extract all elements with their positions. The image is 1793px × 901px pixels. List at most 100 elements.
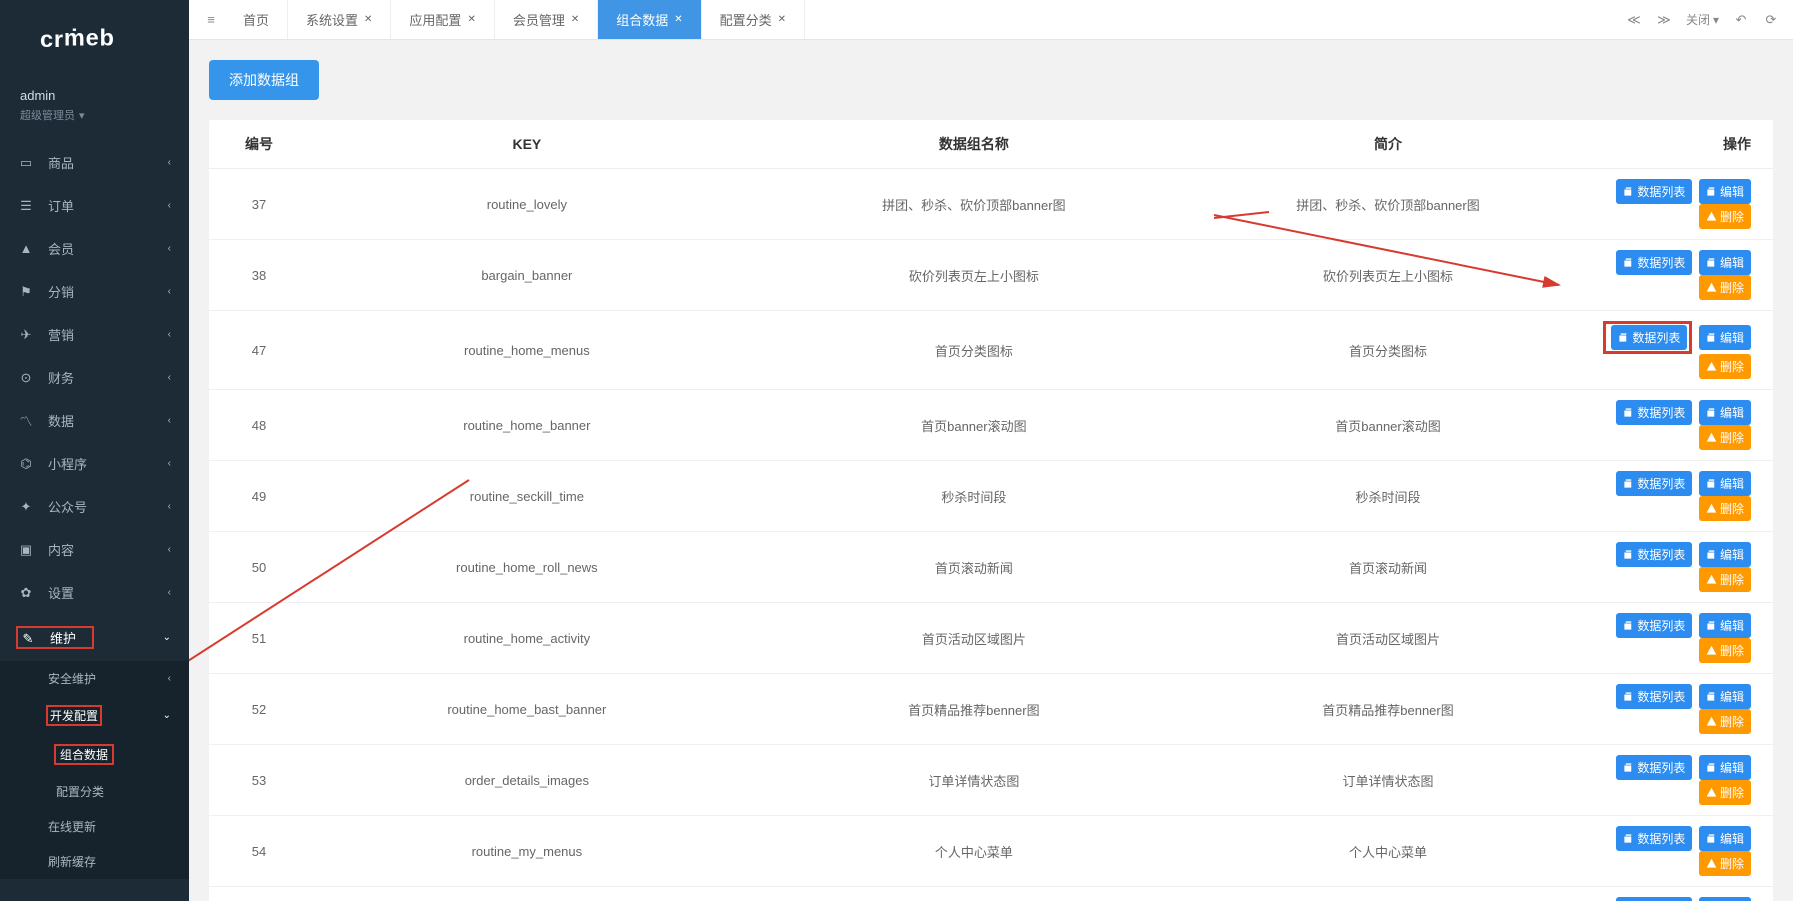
cell-id: 54	[209, 816, 309, 887]
nav-wechat[interactable]: ✦公众号‹	[0, 485, 189, 528]
data-list-button[interactable]: 数据列表	[1611, 325, 1687, 350]
caret-down-icon: ▾	[79, 109, 85, 122]
close-icon[interactable]: ✕	[364, 14, 372, 25]
sub-refresh-cache[interactable]: 刷新缓存	[0, 844, 189, 879]
data-panel: 编号 KEY 数据组名称 简介 操作 37 routine_lovely 拼团、…	[209, 120, 1773, 901]
nav-marketing[interactable]: ✈营销‹	[0, 313, 189, 356]
edit-button[interactable]: 编辑	[1699, 400, 1751, 425]
cell-key: routine_home_activity	[309, 603, 745, 674]
delete-button[interactable]: 删除	[1699, 780, 1751, 805]
annotation-highlight-box: ✎维护	[16, 626, 94, 649]
delete-button[interactable]: 删除	[1699, 204, 1751, 229]
data-list-button[interactable]: 数据列表	[1616, 613, 1692, 638]
sub-devconfig[interactable]: 开发配置 ⌄	[0, 696, 189, 735]
cell-id: 51	[209, 603, 309, 674]
delete-button[interactable]: 删除	[1699, 709, 1751, 734]
tab-config-category[interactable]: 配置分类✕	[702, 0, 805, 39]
user-role-menu[interactable]: 超级管理员 ▾	[20, 107, 169, 123]
nav-data[interactable]: 〽数据‹	[0, 399, 189, 442]
delete-button[interactable]: 删除	[1699, 638, 1751, 663]
close-icon[interactable]: ✕	[778, 14, 786, 25]
data-list-button[interactable]: 数据列表	[1616, 471, 1692, 496]
cell-id: 49	[209, 461, 309, 532]
rewind-icon[interactable]: ≪	[1620, 6, 1648, 34]
data-list-button[interactable]: 数据列表	[1616, 250, 1692, 275]
cell-key: routine_home_menus	[309, 311, 745, 390]
maintain-submenu: 安全维护‹ 开发配置 ⌄ 组合数据 配置分类 在线更新 刷新缓存	[0, 661, 189, 879]
nav-maintain[interactable]: ✎维护 ⌄	[0, 614, 189, 661]
tab-member-mgmt[interactable]: 会员管理✕	[495, 0, 598, 39]
edit-button[interactable]: 编辑	[1699, 826, 1751, 851]
tab-app-config[interactable]: 应用配置✕	[391, 0, 494, 39]
sub-security[interactable]: 安全维护‹	[0, 661, 189, 696]
data-list-button[interactable]: 数据列表	[1616, 179, 1692, 204]
nav-content[interactable]: ▣内容‹	[0, 528, 189, 571]
forward-icon[interactable]: ≫	[1650, 6, 1678, 34]
cell-key: routine_home_banner	[309, 390, 745, 461]
user-icon: ▲	[18, 241, 34, 256]
tab-system-settings[interactable]: 系统设置✕	[288, 0, 391, 39]
nav-orders[interactable]: ☰订单‹	[0, 184, 189, 227]
nav-members[interactable]: ▲会员‹	[0, 227, 189, 270]
table-row: 49 routine_seckill_time 秒杀时间段 秒杀时间段 数据列表…	[209, 461, 1773, 532]
chevron-left-icon: ‹	[168, 587, 171, 598]
table-header-row: 编号 KEY 数据组名称 简介 操作	[209, 120, 1773, 169]
table-row: 50 routine_home_roll_news 首页滚动新闻 首页滚动新闻 …	[209, 532, 1773, 603]
data-list-button[interactable]: 数据列表	[1616, 897, 1692, 901]
nav-goods[interactable]: ▭商品‹	[0, 141, 189, 184]
data-list-button[interactable]: 数据列表	[1616, 542, 1692, 567]
hamburger-icon[interactable]: ≡	[197, 6, 225, 34]
edit-button[interactable]: 编辑	[1699, 179, 1751, 204]
cell-name: 首页滚动新闻	[745, 532, 1203, 603]
undo-icon[interactable]: ↶	[1727, 6, 1755, 34]
cell-id: 48	[209, 390, 309, 461]
cell-id: 55	[209, 887, 309, 901]
annotation-highlight-box: 开发配置	[46, 705, 102, 726]
laptop-icon: ▭	[18, 155, 34, 171]
close-icon[interactable]: ✕	[674, 14, 682, 25]
delete-button[interactable]: 删除	[1699, 496, 1751, 521]
sub-combo-data[interactable]: 组合数据	[0, 735, 189, 774]
tab-home[interactable]: 首页	[225, 0, 288, 39]
cell-key: order_details_images	[309, 745, 745, 816]
delete-button[interactable]: 删除	[1699, 275, 1751, 300]
close-icon[interactable]: ✕	[571, 14, 579, 25]
nav-settings[interactable]: ✿设置‹	[0, 571, 189, 614]
sub-online-update[interactable]: 在线更新	[0, 809, 189, 844]
edit-button[interactable]: 编辑	[1699, 755, 1751, 780]
edit-button[interactable]: 编辑	[1699, 542, 1751, 567]
edit-button[interactable]: 编辑	[1699, 250, 1751, 275]
table-row: 37 routine_lovely 拼团、秒杀、砍价顶部banner图 拼团、秒…	[209, 169, 1773, 240]
col-name: 数据组名称	[745, 120, 1203, 169]
delete-button[interactable]: 删除	[1699, 567, 1751, 592]
edit-button[interactable]: 编辑	[1699, 613, 1751, 638]
cell-actions: 数据列表 编辑 删除	[1573, 169, 1773, 240]
data-list-button[interactable]: 数据列表	[1616, 826, 1692, 851]
add-data-group-button[interactable]: 添加数据组	[209, 60, 319, 100]
data-list-button[interactable]: 数据列表	[1616, 755, 1692, 780]
edit-button[interactable]: 编辑	[1699, 471, 1751, 496]
delete-button[interactable]: 删除	[1699, 851, 1751, 876]
cell-desc: 首页banner滚动图	[1203, 390, 1573, 461]
edit-button[interactable]: 编辑	[1699, 684, 1751, 709]
edit-button[interactable]: 编辑	[1699, 325, 1751, 350]
edit-button[interactable]: 编辑	[1699, 897, 1751, 901]
data-list-button[interactable]: 数据列表	[1616, 684, 1692, 709]
cell-name: 首页banner滚动图	[745, 390, 1203, 461]
refresh-icon[interactable]: ⟳	[1757, 6, 1785, 34]
close-tabs-menu[interactable]: 关闭▾	[1680, 11, 1725, 28]
sub-config-category[interactable]: 配置分类	[0, 774, 189, 809]
close-icon[interactable]: ✕	[467, 14, 475, 25]
delete-button[interactable]: 删除	[1699, 425, 1751, 450]
nav-finance[interactable]: ⊙财务‹	[0, 356, 189, 399]
data-list-button[interactable]: 数据列表	[1616, 400, 1692, 425]
cell-name: 首页分类图标	[745, 311, 1203, 390]
topbar-right: ≪ ≫ 关闭▾ ↶ ⟳	[1620, 6, 1785, 34]
delete-button[interactable]: 删除	[1699, 354, 1751, 379]
cell-desc: 首页活动区域图片	[1203, 603, 1573, 674]
col-actions: 操作	[1573, 120, 1773, 169]
tab-combo-data[interactable]: 组合数据✕	[598, 0, 701, 39]
nav-miniprogram[interactable]: ⌬小程序‹	[0, 442, 189, 485]
puzzle-icon: ⌬	[18, 456, 34, 472]
nav-distribution[interactable]: ⚑分销‹	[0, 270, 189, 313]
